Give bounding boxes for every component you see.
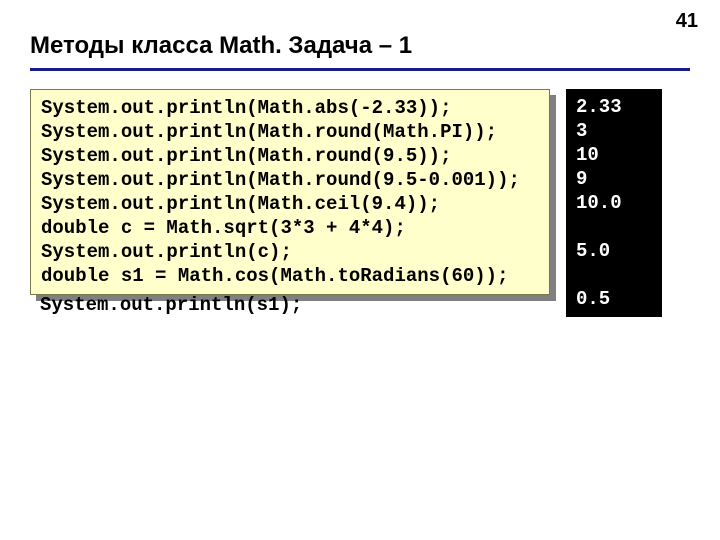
page-number: 41 [676,10,698,33]
code-overflow-line: System.out.println(s1); [30,293,550,317]
output-box: 2.33 3 10 9 10.0 5.0 0.5 [566,89,662,317]
slide: 41 Методы класса Math. Задача – 1 System… [0,0,720,540]
title-rule [30,68,690,71]
code-box: System.out.println(Math.abs(-2.33)); Sys… [30,89,550,295]
code-column: System.out.println(Math.abs(-2.33)); Sys… [30,89,550,317]
slide-title: Методы класса Math. Задача – 1 [30,32,690,60]
content-row: System.out.println(Math.abs(-2.33)); Sys… [30,89,690,317]
code-text: System.out.println(Math.abs(-2.33)); Sys… [30,89,550,295]
